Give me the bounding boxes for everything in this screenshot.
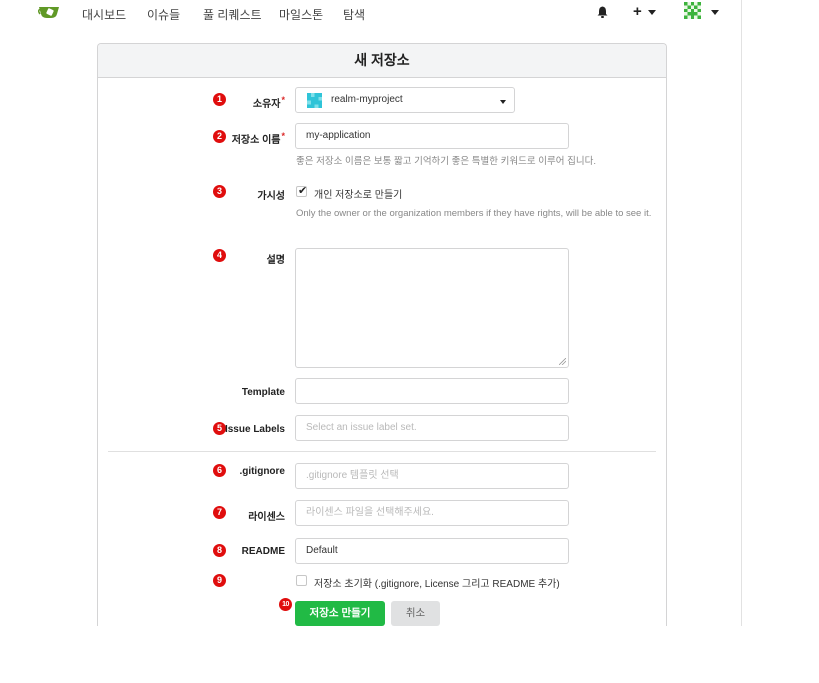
nav-issues[interactable]: 이슈들 xyxy=(147,6,180,23)
visibility-label: 가시성 xyxy=(257,191,285,202)
annotation-badge-9: 9 xyxy=(213,574,226,587)
user-menu-chevron-icon[interactable] xyxy=(711,10,719,15)
readme-select[interactable]: Default xyxy=(295,538,569,564)
nav-milestones[interactable]: 마일스톤 xyxy=(279,6,323,23)
private-checkbox[interactable]: ✔ xyxy=(296,185,308,197)
repo-name-label: 저장소 이름* xyxy=(231,131,285,146)
issue-labels-label: Issue Labels xyxy=(224,424,285,435)
gitea-logo-icon[interactable] xyxy=(38,5,60,19)
repo-name-input[interactable]: my-application xyxy=(295,123,569,149)
gitignore-input[interactable]: .gitignore 템플릿 선택 xyxy=(295,463,569,489)
nav-explore[interactable]: 탐색 xyxy=(343,6,365,23)
chevron-down-icon[interactable] xyxy=(648,10,656,15)
annotation-badge-6: 6 xyxy=(213,464,226,477)
resize-handle-icon[interactable] xyxy=(559,358,566,365)
dropdown-caret-icon xyxy=(500,100,506,104)
license-input[interactable]: 라이센스 파일을 선택해주세요. xyxy=(295,500,569,526)
annotation-badge-8: 8 xyxy=(213,544,226,557)
annotation-badge-1: 1 xyxy=(213,93,226,106)
license-label: 라이센스 xyxy=(248,512,285,523)
template-input[interactable] xyxy=(295,378,569,404)
description-label: 설명 xyxy=(266,255,285,266)
annotation-badge-4: 4 xyxy=(213,249,226,262)
section-divider xyxy=(108,451,656,452)
gitignore-label: .gitignore xyxy=(239,466,285,477)
issue-labels-input[interactable]: Select an issue label set. xyxy=(295,415,569,441)
private-checkbox-label[interactable]: 개인 저장소로 만들기 xyxy=(314,186,402,201)
checkmark-icon: ✔ xyxy=(298,185,308,197)
nav-dashboard[interactable]: 대시보드 xyxy=(82,6,126,23)
annotation-badge-7: 7 xyxy=(213,506,226,519)
nav-pull-requests[interactable]: 풀 리퀘스트 xyxy=(203,6,262,23)
description-textarea[interactable] xyxy=(295,248,569,368)
user-avatar[interactable] xyxy=(684,2,701,19)
annotation-badge-10: 10 xyxy=(279,598,292,611)
page-border xyxy=(741,31,742,626)
top-navbar: 대시보드 이슈들 풀 리퀘스트 마일스톤 탐색 + xyxy=(0,0,742,31)
bell-icon[interactable] xyxy=(597,6,608,18)
org-avatar-icon xyxy=(307,93,322,108)
create-repo-button[interactable]: 저장소 만들기 xyxy=(295,601,385,626)
readme-label: README xyxy=(241,546,285,557)
annotation-badge-3: 3 xyxy=(213,185,226,198)
owner-label: 소유자* xyxy=(252,95,285,110)
repo-name-help: 좋은 저장소 이름은 보통 짧고 기억하기 좋은 특별한 키워드로 이루어 집니… xyxy=(296,156,596,167)
auto-init-checkbox[interactable] xyxy=(296,575,307,586)
page-title: 새 저장소 xyxy=(98,44,666,78)
owner-dropdown[interactable]: realm-myproject xyxy=(295,87,515,113)
cancel-button[interactable]: 취소 xyxy=(391,601,440,626)
annotation-badge-2: 2 xyxy=(213,130,226,143)
owner-value: realm-myproject xyxy=(331,94,403,105)
template-label: Template xyxy=(241,387,285,398)
auto-init-label[interactable]: 저장소 초기화 (.gitignore, License 그리고 README … xyxy=(314,575,560,590)
visibility-help: Only the owner or the organization membe… xyxy=(296,208,652,219)
create-plus-icon[interactable]: + xyxy=(633,3,642,20)
